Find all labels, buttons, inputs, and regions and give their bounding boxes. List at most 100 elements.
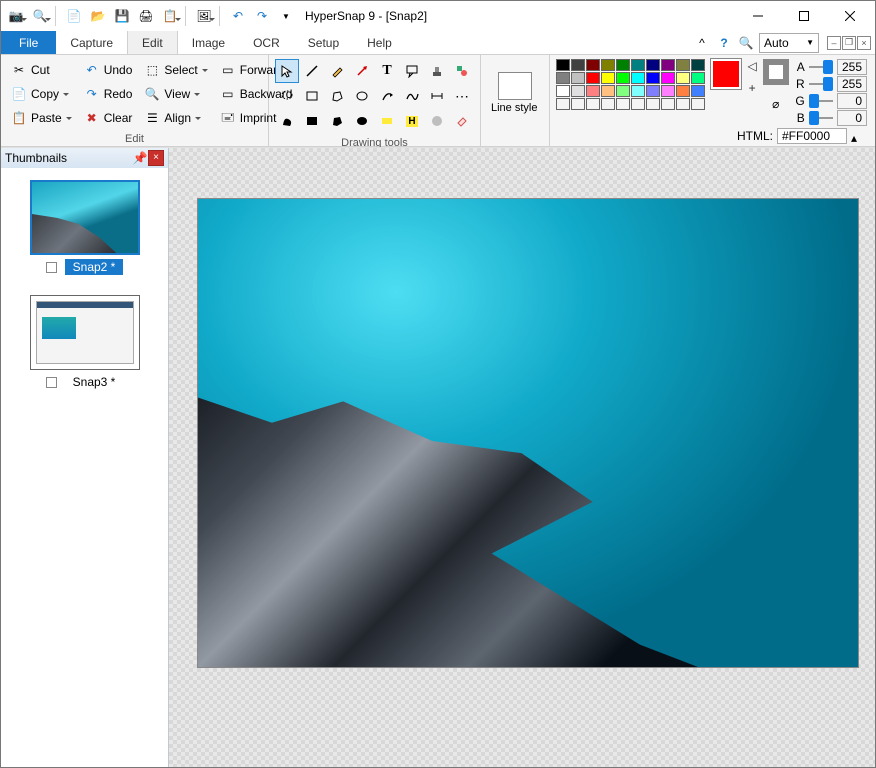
alpha-slider[interactable] bbox=[809, 62, 833, 72]
pin-icon[interactable]: 📌 bbox=[132, 151, 148, 165]
line-style-dropdown[interactable]: Line style bbox=[491, 102, 539, 114]
measure-tool[interactable] bbox=[425, 84, 449, 108]
new-button[interactable]: 📄 bbox=[63, 5, 85, 27]
blue-value[interactable]: 0 bbox=[837, 110, 867, 126]
clear-button[interactable]: ✖Clear bbox=[80, 107, 137, 129]
tab-setup[interactable]: Setup bbox=[294, 31, 353, 54]
ellipse-fill-tool[interactable] bbox=[350, 109, 374, 133]
canvas-area[interactable] bbox=[169, 148, 875, 767]
close-panel-button[interactable]: × bbox=[148, 150, 164, 166]
open-button[interactable]: 📂 bbox=[87, 5, 109, 27]
help-button[interactable]: ? bbox=[715, 34, 733, 52]
palette-color[interactable] bbox=[616, 59, 630, 71]
copy-button[interactable]: 📄Copy bbox=[7, 83, 76, 105]
eraser-tool[interactable] bbox=[450, 109, 474, 133]
tab-image[interactable]: Image bbox=[178, 31, 239, 54]
blue-slider[interactable] bbox=[809, 113, 833, 123]
palette-color[interactable] bbox=[601, 85, 615, 97]
undo-button[interactable]: ↶Undo bbox=[80, 59, 137, 81]
palette-color[interactable] bbox=[646, 72, 660, 84]
green-slider[interactable] bbox=[809, 96, 833, 106]
paste-button[interactable]: 📋Paste bbox=[7, 107, 76, 129]
palette-color[interactable] bbox=[691, 98, 705, 110]
redo-button[interactable]: ↷ bbox=[251, 5, 273, 27]
palette-color[interactable] bbox=[556, 59, 570, 71]
palette-color[interactable] bbox=[676, 85, 690, 97]
more-tool[interactable]: ⋯ bbox=[450, 84, 474, 108]
tab-capture[interactable]: Capture bbox=[56, 31, 127, 54]
print-button[interactable]: 🖨 bbox=[135, 5, 157, 27]
palette-color[interactable] bbox=[586, 72, 600, 84]
spline-tool[interactable] bbox=[400, 84, 424, 108]
palette-color[interactable] bbox=[676, 72, 690, 84]
palette-color[interactable] bbox=[616, 72, 630, 84]
polygon-fill-tool[interactable] bbox=[325, 109, 349, 133]
palette-color[interactable] bbox=[646, 59, 660, 71]
red-slider[interactable] bbox=[809, 79, 833, 89]
tab-help[interactable]: Help bbox=[353, 31, 406, 54]
palette-color[interactable] bbox=[676, 59, 690, 71]
palette-color[interactable] bbox=[556, 72, 570, 84]
palette-color[interactable] bbox=[661, 85, 675, 97]
palette-color[interactable] bbox=[601, 59, 615, 71]
tab-edit[interactable]: Edit bbox=[127, 31, 178, 54]
shapes-tool[interactable] bbox=[450, 59, 474, 83]
palette-color[interactable] bbox=[661, 98, 675, 110]
maximize-button[interactable] bbox=[781, 1, 827, 31]
add-color-icon[interactable]: + bbox=[749, 81, 756, 95]
close-button[interactable] bbox=[827, 1, 873, 31]
palette-color[interactable] bbox=[646, 98, 660, 110]
html-color-input[interactable] bbox=[777, 128, 847, 144]
palette-color[interactable] bbox=[586, 98, 600, 110]
pencil-tool[interactable] bbox=[325, 59, 349, 83]
zoom-dropdown[interactable]: 🔍 bbox=[29, 5, 51, 27]
color-palette[interactable] bbox=[556, 59, 705, 110]
mdi-restore[interactable]: ❐ bbox=[842, 36, 856, 50]
cut-button[interactable]: ✂Cut bbox=[7, 59, 76, 81]
palette-color[interactable] bbox=[586, 85, 600, 97]
arc-tool[interactable] bbox=[375, 84, 399, 108]
thumbnail-checkbox[interactable] bbox=[46, 262, 57, 273]
ellipse-tool[interactable] bbox=[350, 84, 374, 108]
swap-colors-icon[interactable]: ◁ bbox=[747, 59, 756, 73]
palette-color[interactable] bbox=[556, 85, 570, 97]
image-view[interactable] bbox=[197, 198, 859, 668]
tab-ocr[interactable]: OCR bbox=[239, 31, 294, 54]
highlighter-tool[interactable]: H bbox=[400, 109, 424, 133]
mdi-minimize[interactable]: – bbox=[827, 36, 841, 50]
palette-color[interactable] bbox=[661, 72, 675, 84]
select-button[interactable]: ⬚Select bbox=[140, 59, 211, 81]
foreground-swatch[interactable] bbox=[711, 59, 741, 89]
collapse-ribbon-button[interactable]: ^ bbox=[693, 34, 711, 52]
thumbnail-item[interactable]: Snap3 * bbox=[19, 295, 150, 390]
qat-customize[interactable]: ▼ bbox=[275, 5, 297, 27]
spinner-icon[interactable]: ▴ bbox=[851, 131, 863, 141]
line-tool[interactable] bbox=[300, 59, 324, 83]
palette-color[interactable] bbox=[586, 59, 600, 71]
palette-color[interactable] bbox=[646, 85, 660, 97]
palette-color[interactable] bbox=[676, 98, 690, 110]
redo-button[interactable]: ↷Redo bbox=[80, 83, 137, 105]
palette-color[interactable] bbox=[661, 59, 675, 71]
palette-color[interactable] bbox=[631, 59, 645, 71]
search-button[interactable]: 🔍 bbox=[737, 34, 755, 52]
polygon-tool[interactable] bbox=[325, 84, 349, 108]
palette-color[interactable] bbox=[616, 85, 630, 97]
align-button[interactable]: ☰Align bbox=[140, 107, 211, 129]
minimize-button[interactable] bbox=[735, 1, 781, 31]
palette-color[interactable] bbox=[691, 59, 705, 71]
stamp-tool[interactable] bbox=[425, 59, 449, 83]
thumbnail-item[interactable]: Snap2 * bbox=[19, 180, 150, 275]
palette-color[interactable] bbox=[571, 72, 585, 84]
capture-dropdown[interactable]: 📷 bbox=[5, 5, 27, 27]
arrow-tool[interactable] bbox=[350, 59, 374, 83]
zoom-selector[interactable]: Auto▼ bbox=[759, 33, 819, 53]
mdi-close[interactable]: × bbox=[857, 36, 871, 50]
palette-color[interactable] bbox=[691, 72, 705, 84]
palette-color[interactable] bbox=[631, 98, 645, 110]
undo-button[interactable]: ↶ bbox=[227, 5, 249, 27]
palette-color[interactable] bbox=[571, 98, 585, 110]
recent-dropdown[interactable]: 🖼 bbox=[193, 5, 215, 27]
copy-dropdown[interactable]: 📋 bbox=[159, 5, 181, 27]
line-style-preview[interactable] bbox=[498, 72, 532, 100]
